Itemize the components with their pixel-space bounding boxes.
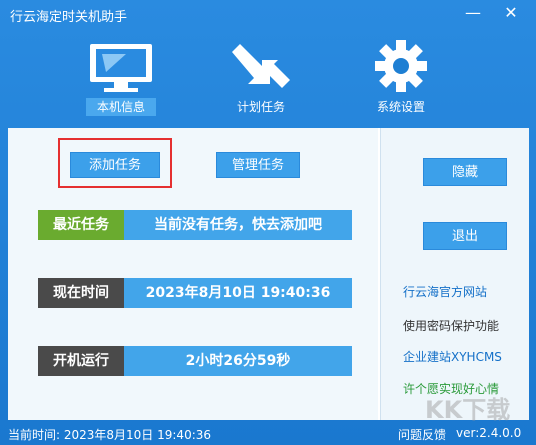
current-time-label: 现在时间 [38, 278, 124, 308]
main-pane: 添加任务 管理任务 最近任务 当前没有任务，快去添加吧 现在时间 2023年8月… [8, 128, 378, 420]
arrows-icon [232, 44, 290, 88]
close-button[interactable]: ✕ [496, 2, 526, 26]
current-time-row: 现在时间 2023年8月10日 19:40:36 [38, 278, 352, 308]
tab-local-info[interactable]: 本机信息 [66, 34, 176, 118]
gear-icon [375, 40, 427, 92]
cms-link[interactable]: 企业建站XYHCMS [403, 348, 502, 365]
tab-label: 系统设置 [376, 100, 425, 114]
tab-scheduled-tasks[interactable]: 计划任务 [206, 34, 316, 118]
hide-button[interactable]: 隐藏 [423, 158, 507, 186]
add-task-button[interactable]: 添加任务 [70, 152, 160, 178]
minimize-button[interactable]: — [460, 2, 486, 26]
password-protect-link[interactable]: 使用密码保护功能 [403, 317, 499, 334]
content-panel: 添加任务 管理任务 最近任务 当前没有任务，快去添加吧 现在时间 2023年8月… [8, 128, 529, 424]
tab-system-settings[interactable]: 系统设置 [346, 34, 456, 118]
exit-button[interactable]: 退出 [423, 222, 507, 250]
uptime-label: 开机运行 [38, 346, 124, 376]
window-title: 行云海定时关机助手 [10, 10, 128, 25]
app-window: 行云海定时关机助手 — ✕ 本机信息 计划任务 系统设置 添加任务 管理任务 最… [0, 0, 536, 445]
current-time-value: 2023年8月10日 19:40:36 [124, 278, 352, 308]
feedback-link[interactable]: 问题反馈 [398, 426, 446, 443]
recent-task-row: 最近任务 当前没有任务，快去添加吧 [38, 210, 352, 240]
status-current-time: 当前时间: 2023年8月10日 19:40:36 [8, 428, 212, 442]
version-label: ver:2.4.0.0 [456, 426, 522, 440]
monitor-icon [90, 44, 152, 92]
tab-label: 本机信息 [86, 98, 156, 116]
side-pane: 隐藏 退出 行云海官方网站 使用密码保护功能 企业建站XYHCMS 许个愿实现好… [380, 128, 529, 424]
official-site-link[interactable]: 行云海官方网站 [403, 283, 487, 300]
title-bar: 行云海定时关机助手 — ✕ [0, 0, 536, 30]
recent-task-value: 当前没有任务，快去添加吧 [124, 210, 352, 240]
uptime-value: 2小时26分59秒 [124, 346, 352, 376]
manage-task-button[interactable]: 管理任务 [216, 152, 300, 178]
uptime-row: 开机运行 2小时26分59秒 [38, 346, 352, 376]
tab-label: 计划任务 [236, 100, 285, 114]
status-bar: 当前时间: 2023年8月10日 19:40:36 问题反馈 ver:2.4.0… [0, 420, 536, 445]
recent-task-label: 最近任务 [38, 210, 124, 240]
